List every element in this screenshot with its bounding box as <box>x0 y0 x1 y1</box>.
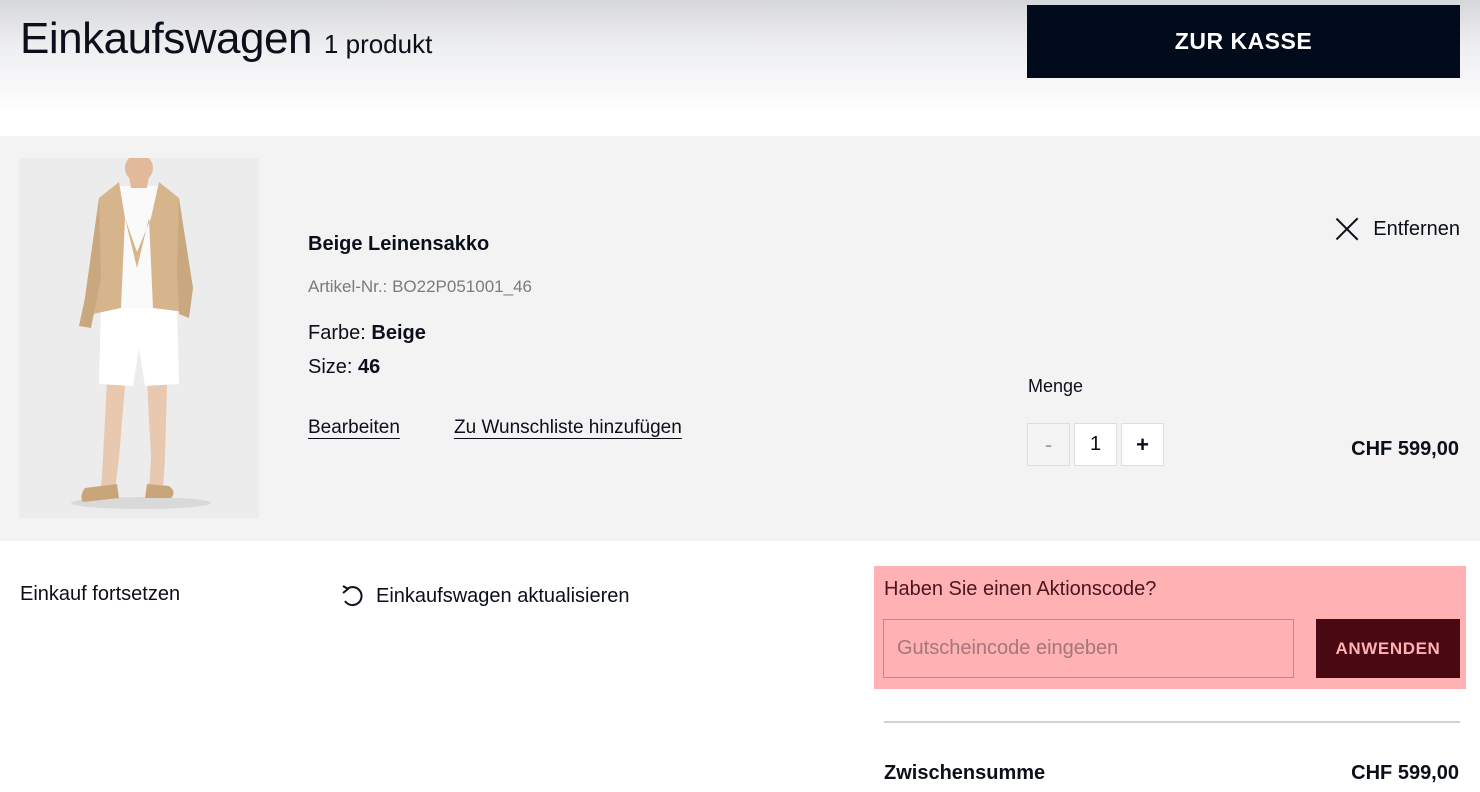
sku-label: Artikel-Nr.: <box>308 277 388 296</box>
update-cart-label: Einkaufswagen aktualisieren <box>376 584 630 607</box>
summary-divider <box>884 721 1460 723</box>
apply-promo-button[interactable]: ANWENDEN <box>1316 619 1460 678</box>
page-title-group: Einkaufswagen 1 produkt <box>20 14 432 64</box>
edit-item-link[interactable]: Bearbeiten <box>308 417 400 439</box>
size-label: Size: <box>308 356 353 378</box>
page-title: Einkaufswagen <box>20 14 312 63</box>
quantity-stepper: - 1 + <box>1027 423 1164 466</box>
remove-item-button[interactable]: Entfernen <box>1334 216 1460 242</box>
cart-header: Einkaufswagen 1 produkt ZUR KASSE <box>0 0 1480 136</box>
add-to-wishlist-link[interactable]: Zu Wunschliste hinzufügen <box>454 417 682 439</box>
cart-item-row: Beige Leinensakko Artikel-Nr.: BO22P0510… <box>0 136 1480 541</box>
product-sku: Artikel-Nr.: BO22P051001_46 <box>308 277 532 297</box>
product-name[interactable]: Beige Leinensakko <box>308 233 489 256</box>
item-price: CHF 599,00 <box>1351 438 1459 460</box>
promo-code-input[interactable] <box>883 619 1294 678</box>
subtotal-label: Zwischensumme <box>884 762 1046 784</box>
remove-label: Entfernen <box>1373 217 1460 240</box>
subtotal-value: CHF 599,00 <box>1351 762 1459 784</box>
size-value: 46 <box>358 356 381 378</box>
product-photo-illustration <box>19 158 259 518</box>
product-size: Size: 46 <box>308 356 380 379</box>
product-color: Farbe: Beige <box>308 322 426 345</box>
sku-value: BO22P051001_46 <box>392 277 532 296</box>
quantity-decrease-button[interactable]: - <box>1027 423 1070 466</box>
quantity-increase-button[interactable]: + <box>1121 423 1164 466</box>
quantity-label: Menge <box>1028 376 1084 396</box>
product-image[interactable] <box>19 158 259 518</box>
continue-shopping-link[interactable]: Einkauf fortsetzen <box>20 583 180 606</box>
checkout-button[interactable]: ZUR KASSE <box>1027 5 1460 78</box>
color-value: Beige <box>371 322 426 344</box>
color-label: Farbe: <box>308 322 366 344</box>
close-icon <box>1334 216 1360 242</box>
quantity-input[interactable]: 1 <box>1074 423 1117 466</box>
promo-title: Haben Sie einen Aktionscode? <box>884 578 1157 600</box>
item-count: 1 produkt <box>323 29 433 59</box>
update-cart-button[interactable]: Einkaufswagen aktualisieren <box>340 583 630 609</box>
refresh-icon <box>342 585 363 607</box>
promo-code-panel: Haben Sie einen Aktionscode? ANWENDEN <box>874 566 1466 689</box>
